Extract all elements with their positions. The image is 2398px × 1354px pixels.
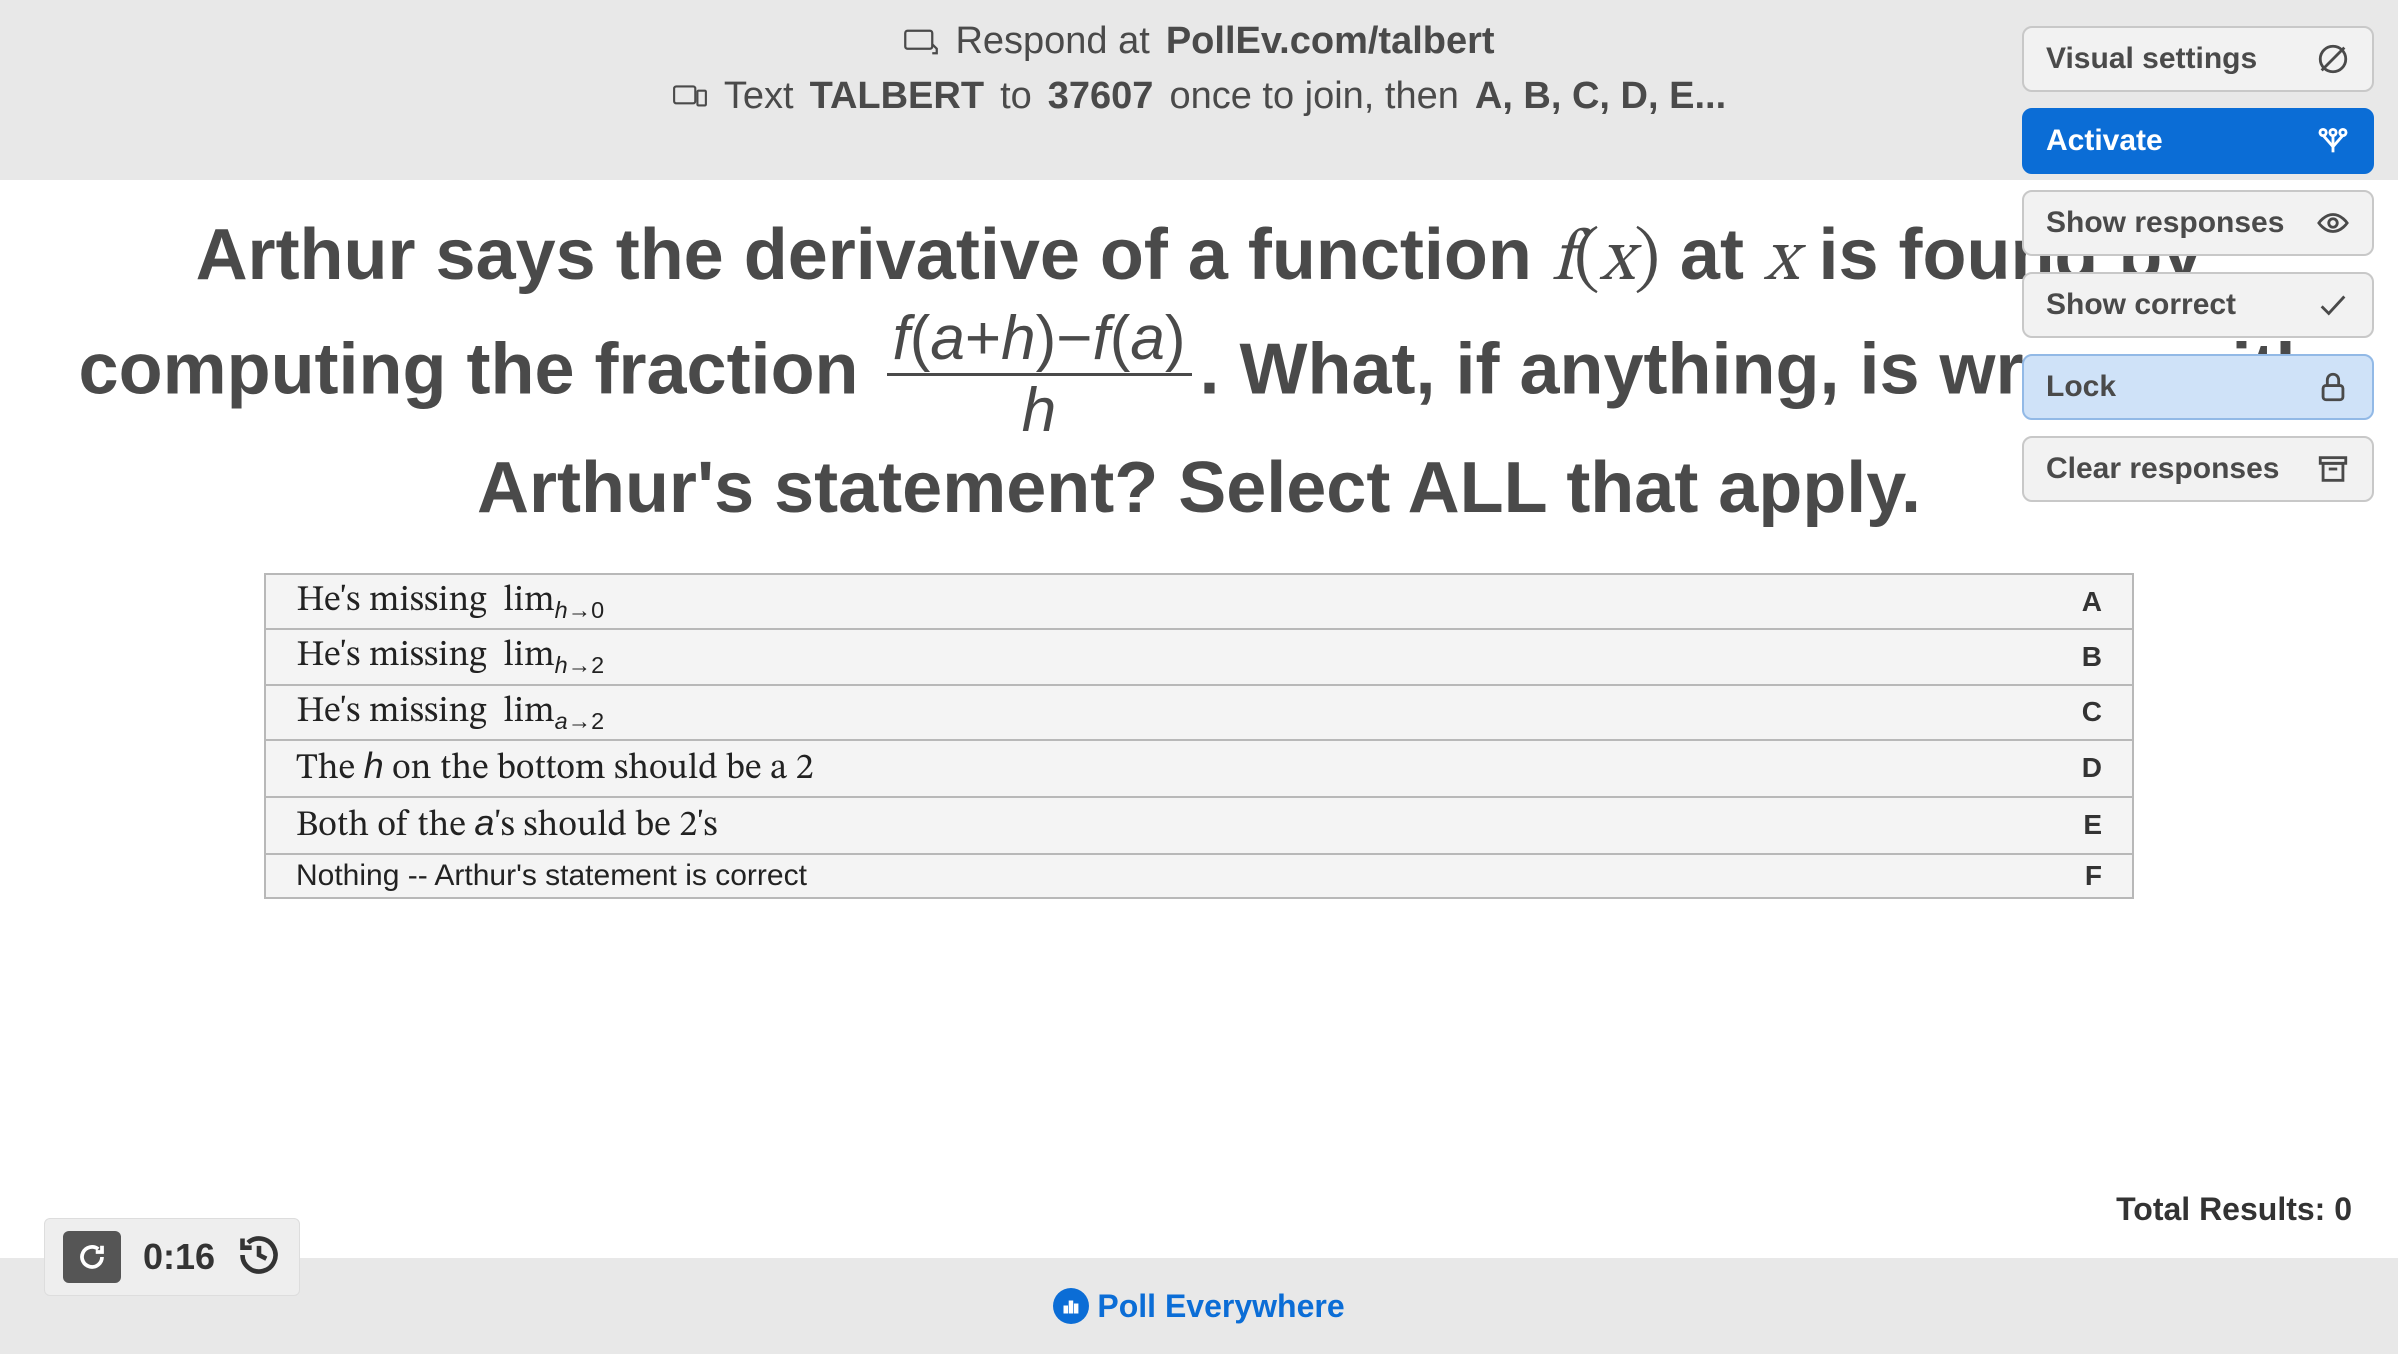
brand-logo-icon [1053, 1288, 1089, 1324]
option-e[interactable]: Both of the a's should be 2's E [264, 798, 2134, 855]
option-d-letter: D [2082, 752, 2102, 784]
fraction-denominator: h [887, 376, 1192, 443]
lock-label: Lock [2046, 370, 2116, 404]
option-e-letter: E [2083, 809, 2102, 841]
option-a-text: He's missing limh→0 [296, 579, 604, 624]
q-part1: Arthur says the derivative of a function [196, 215, 1552, 295]
phone-icon [672, 83, 708, 111]
text-number: 37607 [1048, 75, 1154, 118]
clear-responses-button[interactable]: Clear responses [2022, 436, 2374, 502]
activate-button[interactable]: Activate [2022, 108, 2374, 174]
option-a-letter: A [2082, 586, 2102, 618]
screen-icon [903, 28, 939, 56]
visual-settings-button[interactable]: Visual settings [2022, 26, 2374, 92]
eye-icon [2316, 206, 2350, 240]
poll-question: Arthur says the derivative of a function… [69, 210, 2329, 533]
respond-prefix: Respond at [955, 20, 1149, 63]
respond-url: PollEv.com/talbert [1166, 20, 1495, 63]
q-fx: f(x) [1552, 225, 1660, 297]
text-options: A, B, C, D, E... [1475, 75, 1726, 118]
brand[interactable]: Poll Everywhere [1053, 1288, 1344, 1325]
archive-icon [2316, 452, 2350, 486]
option-b[interactable]: He's missing limh→2 B [264, 630, 2134, 685]
history-button[interactable] [237, 1233, 281, 1282]
broadcast-icon [2316, 124, 2350, 158]
total-results-count: 0 [2334, 1191, 2352, 1227]
option-f-text: Nothing -- Arthur's statement is correct [296, 859, 807, 893]
refresh-icon [77, 1242, 107, 1272]
clear-responses-label: Clear responses [2046, 452, 2279, 486]
check-icon [2316, 288, 2350, 322]
text-prefix: Text [724, 75, 794, 118]
total-results: Total Results: 0 [2116, 1191, 2352, 1228]
option-c-letter: C [2082, 696, 2102, 728]
brand-name: Poll Everywhere [1097, 1288, 1344, 1325]
option-c-text: He's missing lima→2 [296, 690, 604, 735]
total-results-label: Total Results: [2116, 1191, 2334, 1227]
q-part2: at [1660, 215, 1764, 295]
text-code: TALBERT [810, 75, 985, 118]
visual-settings-label: Visual settings [2046, 42, 2257, 76]
option-f-letter: F [2085, 860, 2102, 892]
lock-icon [2316, 370, 2350, 404]
option-b-text: He's missing limh→2 [296, 634, 604, 679]
timer-value: 0:16 [143, 1236, 215, 1278]
fraction-numerator: f(a+h)−f(a) [887, 306, 1192, 376]
show-correct-button[interactable]: Show correct [2022, 272, 2374, 338]
option-c[interactable]: He's missing lima→2 C [264, 686, 2134, 741]
history-icon [237, 1233, 281, 1277]
show-responses-label: Show responses [2046, 206, 2284, 240]
control-panel: Visual settings Activate Show responses … [2022, 26, 2374, 502]
show-correct-label: Show correct [2046, 288, 2236, 322]
option-d[interactable]: The h on the bottom should be a 2 D [264, 741, 2134, 798]
option-e-text: Both of the a's should be 2's [296, 802, 718, 849]
footer: Poll Everywhere [0, 1258, 2398, 1354]
option-f[interactable]: Nothing -- Arthur's statement is correct… [264, 855, 2134, 899]
text-mid: to [1000, 75, 1032, 118]
option-a[interactable]: He's missing limh→0 A [264, 573, 2134, 630]
lock-button[interactable]: Lock [2022, 354, 2374, 420]
refresh-button[interactable] [63, 1231, 121, 1283]
option-b-letter: B [2082, 641, 2102, 673]
instructions-bar: Respond at PollEv.com/talbert Text TALBE… [0, 0, 2398, 180]
text-suffix: once to join, then [1169, 75, 1458, 118]
fraction: f(a+h)−f(a)h [887, 306, 1192, 443]
activate-label: Activate [2046, 124, 2163, 158]
show-responses-button[interactable]: Show responses [2022, 190, 2374, 256]
timer-block: 0:16 [44, 1218, 300, 1296]
no-eye-icon [2316, 42, 2350, 76]
q-xeq: x [1764, 225, 1799, 297]
answer-options: He's missing limh→0 A He's missing limh→… [264, 573, 2134, 899]
option-d-text: The h on the bottom should be a 2 [296, 745, 814, 792]
